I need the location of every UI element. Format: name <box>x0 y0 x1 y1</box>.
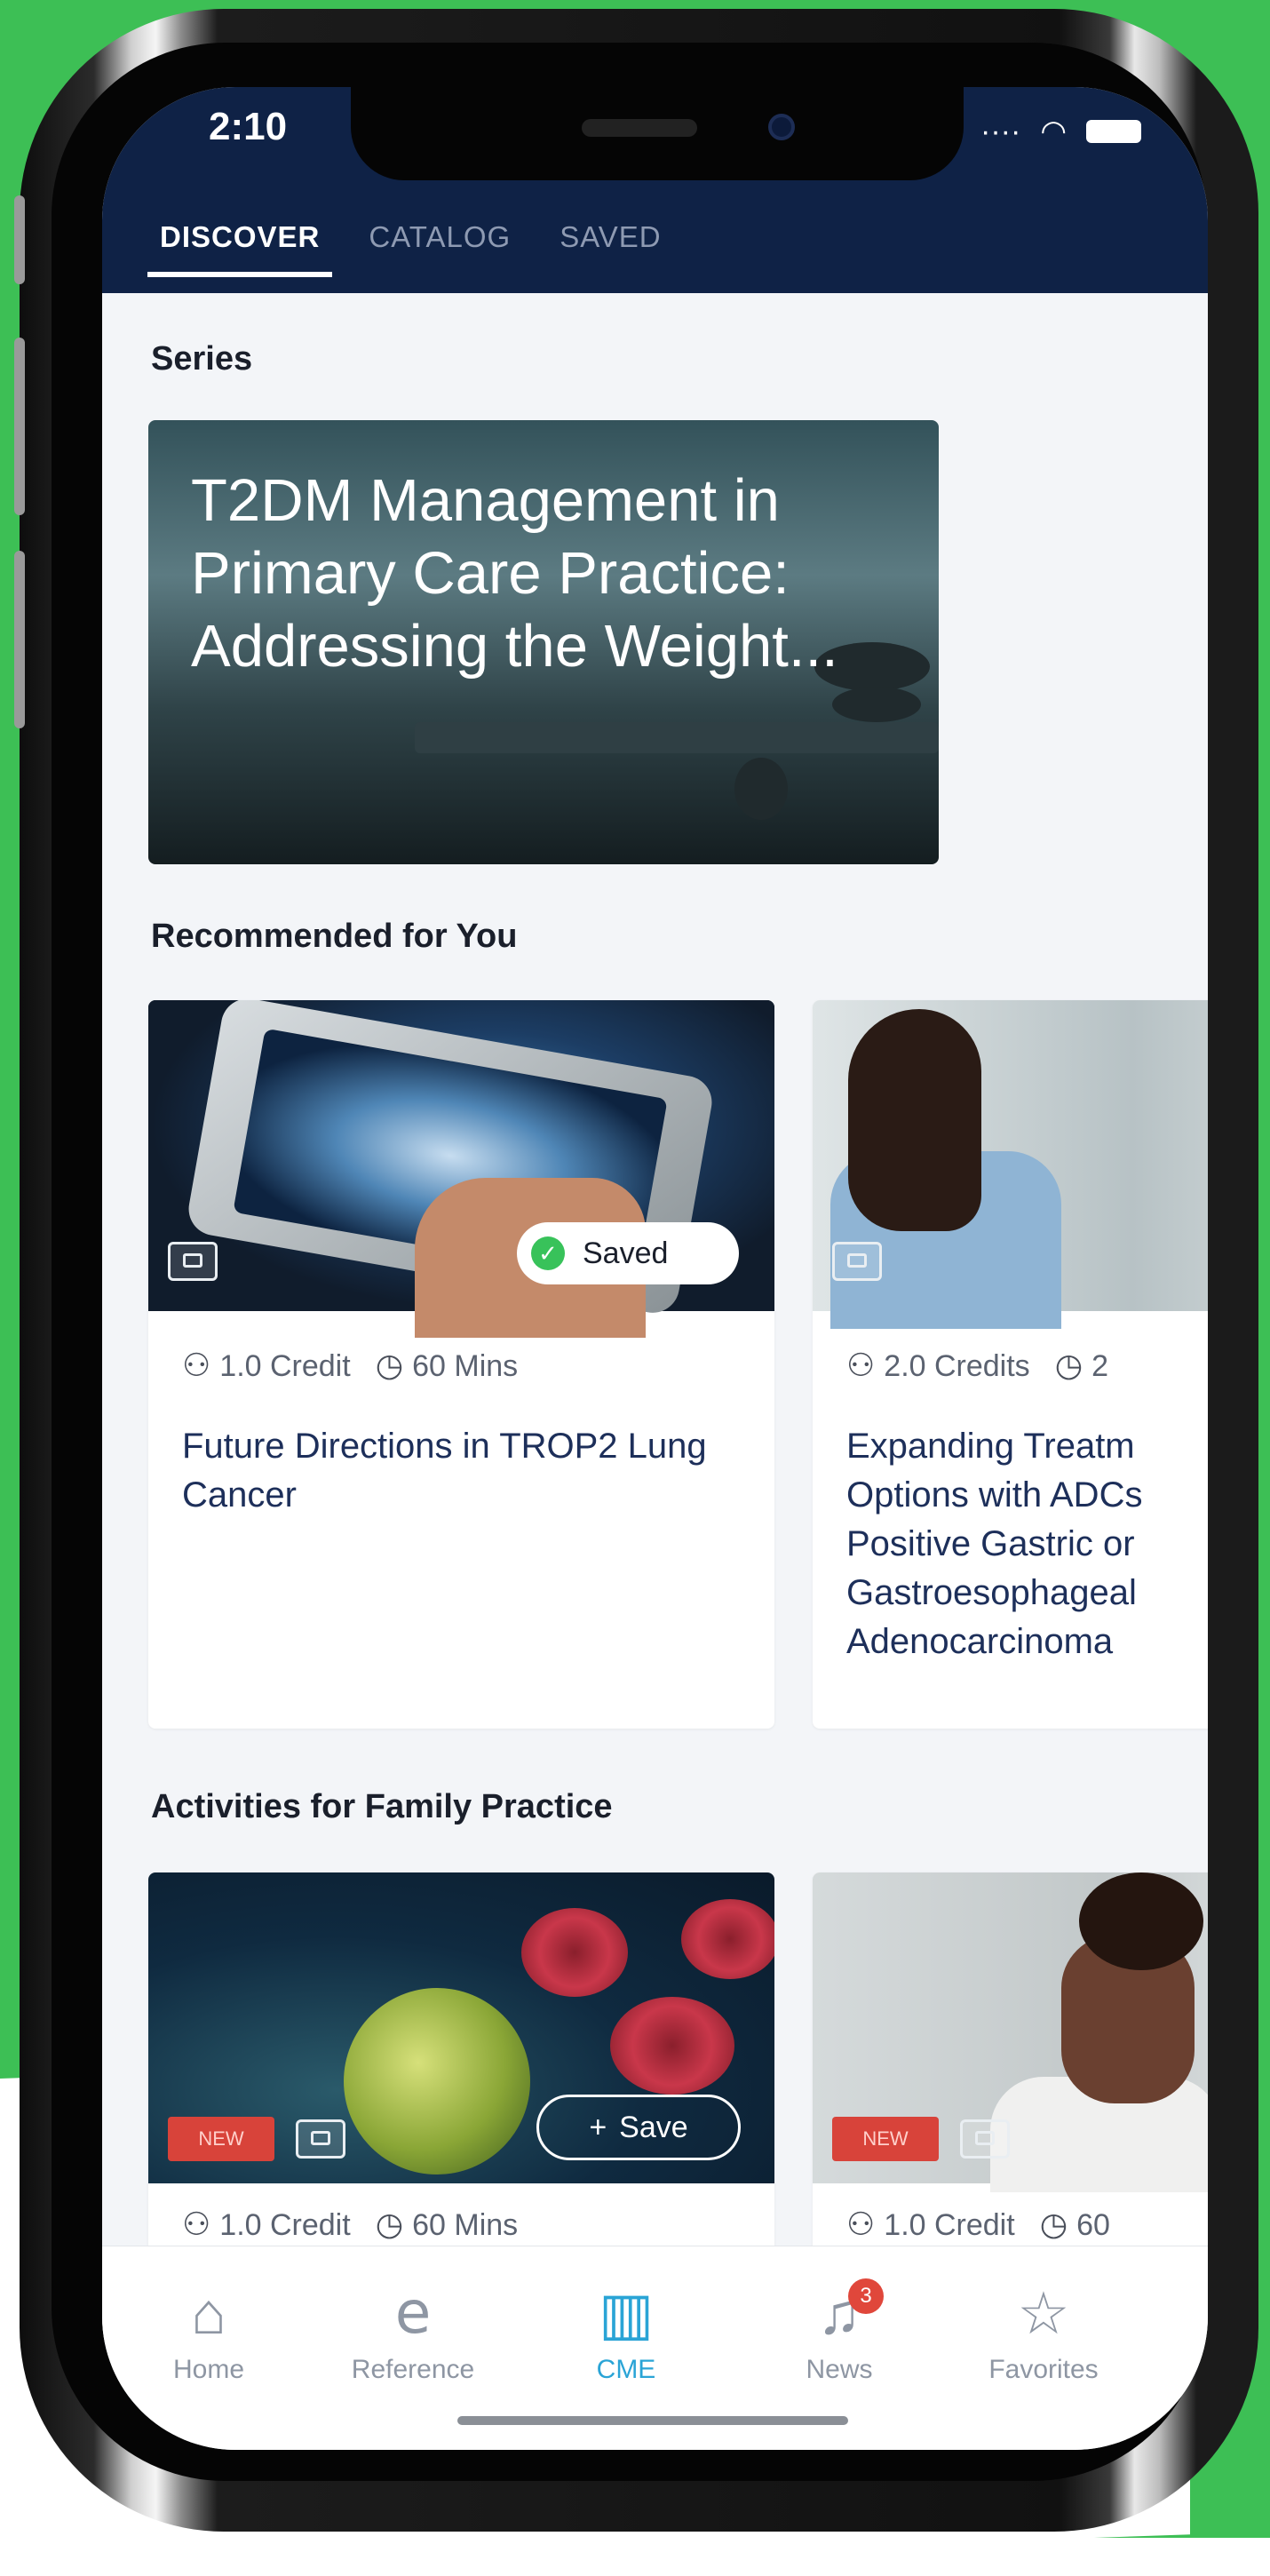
pivot-stone-image <box>734 758 788 820</box>
blood-cell-image <box>681 1899 774 1979</box>
credit-icon: ⚇ <box>846 1347 876 1383</box>
tab-discover[interactable]: DISCOVER <box>147 220 333 277</box>
duration-text: 60 Mins <box>412 2208 519 2242</box>
nav-label: Favorites <box>988 2355 1099 2384</box>
nav-label: News <box>806 2355 873 2384</box>
signal-icon: ···· <box>980 114 1021 148</box>
credit-text: 2.0 Credits <box>884 1349 1030 1383</box>
course-card[interactable]: NEW + Save ⚇ 1.0 Credit ◷ 60 Mins <box>148 1872 774 2263</box>
course-card[interactable]: ⚇ 2.0 Credits ◷ 2 Expanding Treatm Options… <box>813 1000 1208 1729</box>
course-card[interactable]: NEW ⚇ 1.0 Credit ◷ 60 <box>813 1872 1208 2263</box>
duration-text: 60 <box>1076 2208 1110 2242</box>
family-practice-heading: Activities for Family Practice <box>151 1788 613 1825</box>
notch <box>351 87 964 180</box>
credit-icon: ⚇ <box>182 2206 211 2242</box>
volume-up-button <box>14 338 25 515</box>
top-tabs: DISCOVER CATALOG SAVED <box>147 220 662 277</box>
blood-cell-image <box>521 1908 628 1997</box>
wifi-icon: ◠ <box>1040 115 1067 148</box>
tab-catalog[interactable]: CATALOG <box>369 220 511 277</box>
home-icon: ⌂ <box>191 2280 226 2346</box>
credit-text: 1.0 Credit <box>884 2208 1015 2242</box>
card-title: Future Directions in TROP2 Lung Cancer <box>182 1427 707 1515</box>
patient-hair-image <box>848 1009 981 1231</box>
tab-saved[interactable]: SAVED <box>560 220 661 277</box>
status-icons: ···· ◠ <box>980 114 1141 149</box>
card-meta: ⚇ 2.0 Credits ◷ 2 <box>846 1347 1108 1384</box>
saved-label: Saved <box>583 1236 669 1270</box>
save-label: Save <box>619 2110 688 2144</box>
credit-icon: ⚇ <box>182 1347 211 1383</box>
check-icon: ✓ <box>531 1236 565 1270</box>
cme-icon: ▥ <box>598 2280 655 2346</box>
speaker <box>582 119 697 137</box>
credit-text: 1.0 Credit <box>219 2208 351 2242</box>
blood-cell-image <box>610 1997 734 2095</box>
person-hair-image <box>1079 1872 1203 1970</box>
duration-text: 60 Mins <box>412 1349 519 1383</box>
saved-button[interactable]: ✓ Saved <box>517 1222 739 1284</box>
card-thumbnail: NEW + Save <box>148 1872 774 2183</box>
stone-image <box>832 687 921 722</box>
video-icon <box>168 1242 218 1281</box>
video-icon <box>832 1242 882 1281</box>
front-camera <box>768 114 795 140</box>
balance-plank-image <box>415 722 939 753</box>
card-thumbnail <box>813 1000 1208 1329</box>
nav-label: Reference <box>351 2355 475 2384</box>
credit-icon: ⚇ <box>846 2206 876 2242</box>
video-icon <box>296 2119 345 2159</box>
clock-icon: ◷ <box>375 2206 404 2242</box>
course-card[interactable]: ✓ Saved ⚇ 1.0 Credit ◷ 60 Mins Future Dire… <box>148 1000 774 1729</box>
new-badge: NEW <box>168 2117 274 2161</box>
mute-switch <box>14 195 25 284</box>
nav-favorites[interactable]: ☆ Favorites <box>955 2282 1132 2385</box>
save-button[interactable]: + Save <box>536 2095 741 2160</box>
card-meta: ⚇ 1.0 Credit ◷ 60 <box>846 2206 1110 2243</box>
app-header: 2:10 ···· ◠ DISCOVER CATALOG SAVED <box>102 87 1208 293</box>
virus-image <box>344 1988 530 2174</box>
credit-text: 1.0 Credit <box>219 1349 351 1383</box>
card-meta: ⚇ 1.0 Credit ◷ 60 Mins <box>182 1347 518 1384</box>
nav-label: CME <box>596 2355 656 2384</box>
card-title: Expanding Treatm Options with ADCs Posit… <box>846 1427 1143 1661</box>
nav-label: Home <box>172 2355 245 2384</box>
reference-icon: e <box>394 2278 432 2347</box>
series-heading: Series <box>151 340 253 378</box>
clock-icon: ◷ <box>1039 2206 1068 2242</box>
clock-icon: ◷ <box>375 1347 404 1383</box>
card-thumbnail: NEW <box>813 1872 1208 2192</box>
series-card[interactable]: T2DM Management in Primary Care Practice… <box>148 420 939 864</box>
duration-text: 2 <box>1091 1349 1109 1383</box>
clock-icon: ◷ <box>1054 1347 1083 1383</box>
recommended-heading: Recommended for You <box>151 918 518 955</box>
card-thumbnail: ✓ Saved <box>148 1000 774 1338</box>
series-card-title: T2DM Management in Primary Care Practice… <box>191 467 838 680</box>
volume-down-button <box>14 551 25 728</box>
bell-icon: ♫ <box>817 2280 861 2346</box>
nav-cme[interactable]: ▥ CME <box>537 2282 715 2385</box>
news-count-badge: 3 <box>848 2278 884 2314</box>
nav-home[interactable]: ⌂ Home <box>120 2282 298 2385</box>
nav-reference[interactable]: e Reference <box>324 2282 502 2385</box>
card-meta: ⚇ 1.0 Credit ◷ 60 Mins <box>182 2206 518 2243</box>
plus-icon: + <box>589 2110 607 2144</box>
phone-screen: 2:10 ···· ◠ DISCOVER CATALOG SAVED Serie… <box>102 87 1208 2450</box>
star-icon: ☆ <box>1017 2280 1070 2346</box>
video-icon <box>960 2119 1010 2159</box>
battery-icon <box>1086 120 1141 143</box>
status-time: 2:10 <box>209 105 288 148</box>
home-indicator[interactable] <box>457 2416 848 2425</box>
new-badge: NEW <box>832 2117 939 2161</box>
nav-news[interactable]: ♫ 3 News <box>750 2278 928 2385</box>
